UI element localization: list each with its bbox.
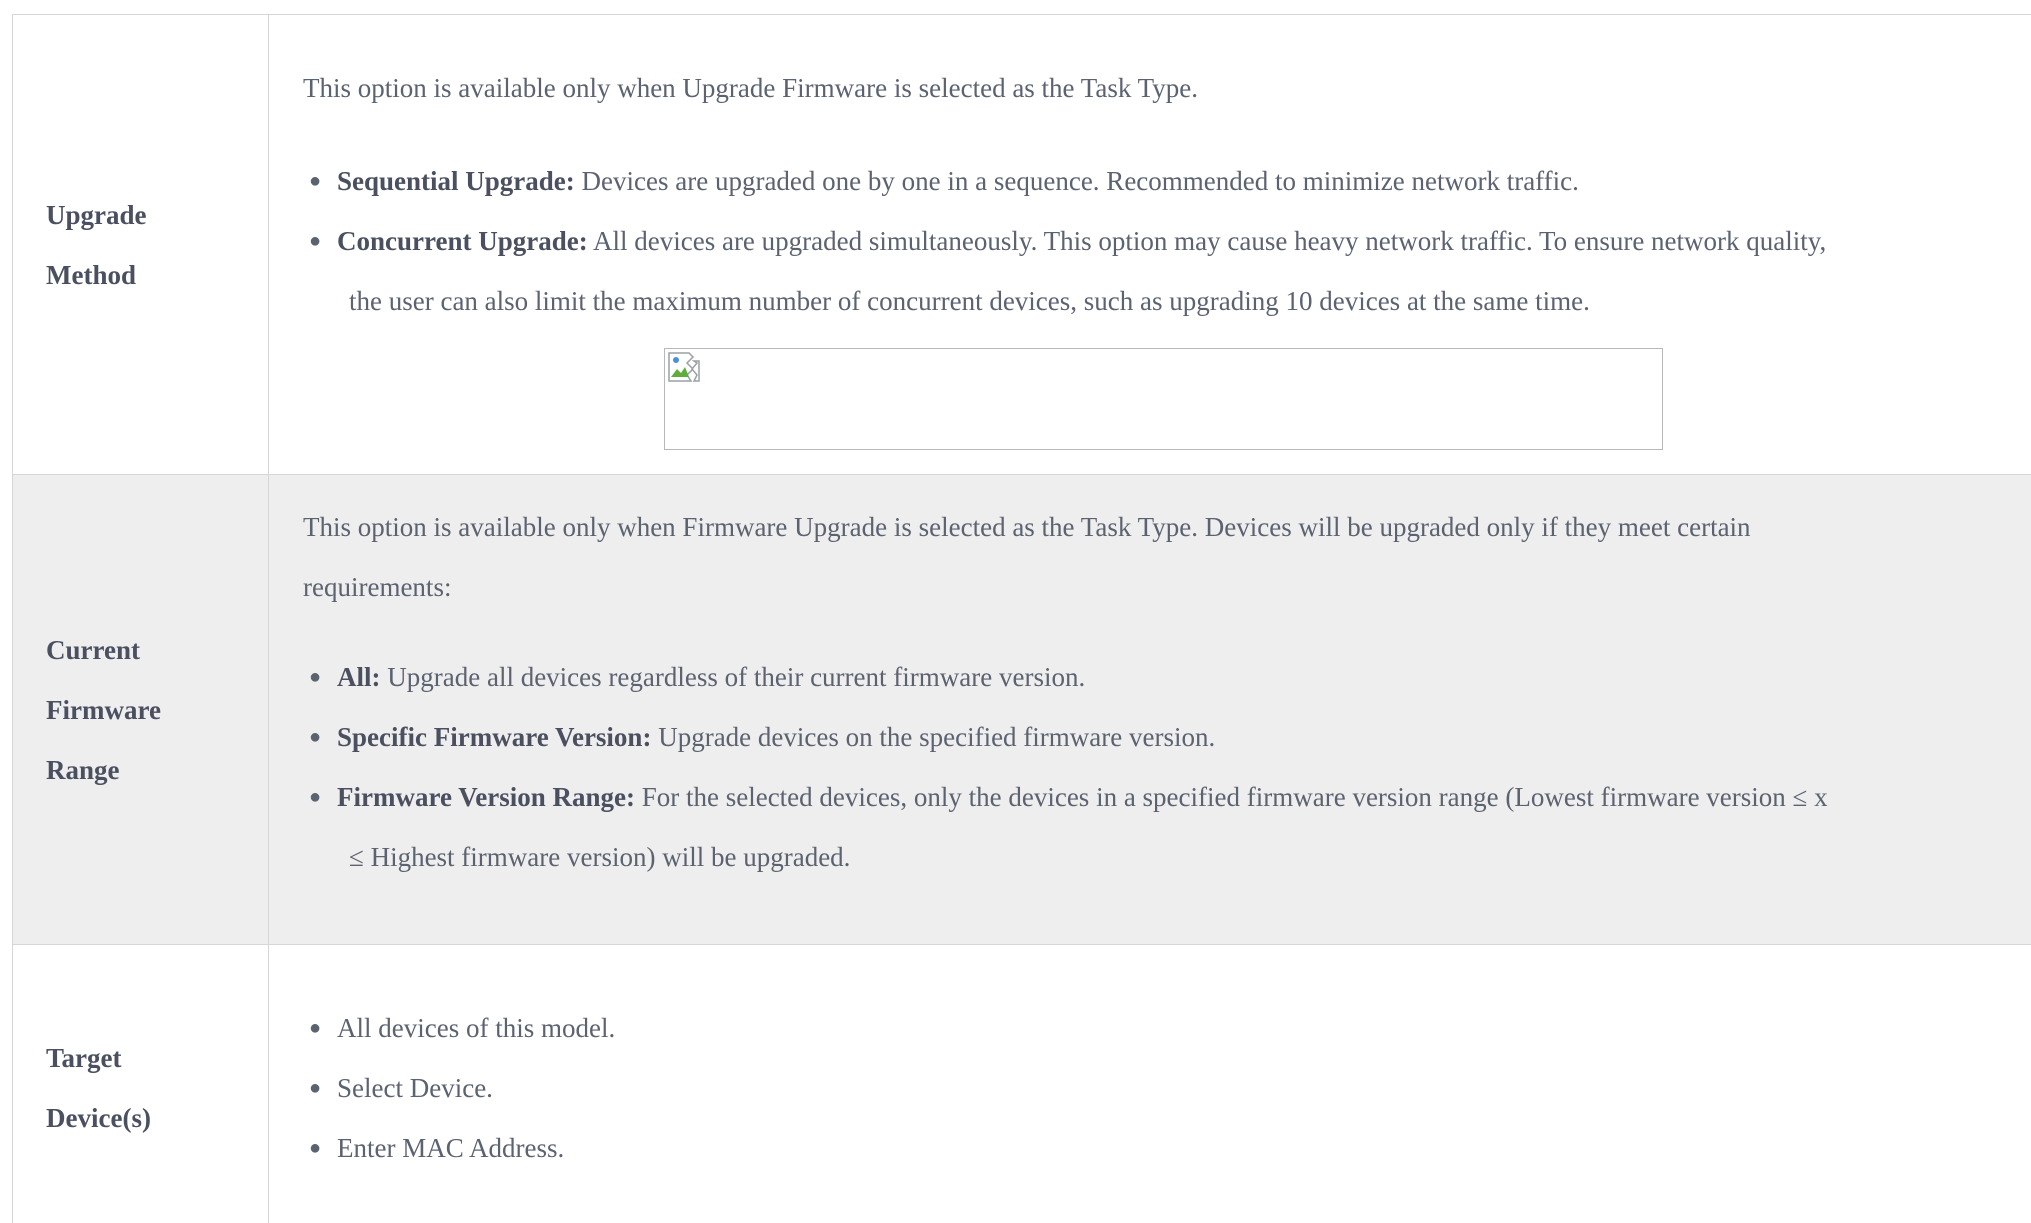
bullet-icon: ● bbox=[309, 1077, 322, 1099]
list-item: ● Concurrent Upgrade: All devices are up… bbox=[303, 211, 2031, 331]
option-list: ● Sequential Upgrade: Devices are upgrad… bbox=[303, 151, 2031, 331]
bullet-icon: ● bbox=[309, 786, 322, 808]
bullet-icon: ● bbox=[309, 1017, 322, 1039]
label-cell: Upgrade Method bbox=[13, 15, 269, 474]
option-text: Select Device. bbox=[337, 1073, 493, 1103]
option-text: Upgrade devices on the specified firmwar… bbox=[651, 722, 1216, 752]
intro-paragraph: This option is available only when Firmw… bbox=[303, 512, 1751, 602]
option-text: All devices are upgraded simultaneously.… bbox=[587, 226, 1827, 256]
list-item: ● Sequential Upgrade: Devices are upgrad… bbox=[303, 151, 2031, 211]
option-term: Concurrent Upgrade: bbox=[337, 226, 588, 256]
intro-paragraph: This option is available only when Upgra… bbox=[303, 73, 1199, 103]
option-term: All: bbox=[337, 662, 381, 692]
table-row-upgrade-method: Upgrade Method This option is available … bbox=[13, 15, 2031, 475]
table-row-target-devices: Target Device(s) ● All devices of this m… bbox=[13, 945, 2031, 1223]
bullet-icon: ● bbox=[309, 230, 322, 252]
option-list: ● All devices of this model. ● Select De… bbox=[303, 998, 2031, 1178]
option-text: Upgrade all devices regardless of their … bbox=[380, 662, 1086, 692]
option-term: Sequential Upgrade: bbox=[337, 166, 575, 196]
bullet-icon: ● bbox=[309, 666, 322, 688]
option-text: Enter MAC Address. bbox=[337, 1133, 565, 1163]
broken-image-icon bbox=[668, 352, 700, 382]
list-item: ● All: Upgrade all devices regardless of… bbox=[303, 647, 2031, 707]
label-cell: Target Device(s) bbox=[13, 945, 269, 1223]
row-label: Current Firmware Range bbox=[46, 634, 161, 785]
list-item: ● Firmware Version Range: For the select… bbox=[303, 767, 2031, 887]
option-list: ● All: Upgrade all devices regardless of… bbox=[303, 647, 2031, 887]
row-label: Target Device(s) bbox=[46, 1043, 151, 1133]
option-text: For the selected devices, only the devic… bbox=[634, 782, 1828, 812]
list-item: ● Select Device. bbox=[303, 1058, 2031, 1118]
option-text-continued: ≤ Highest firmware version) will be upgr… bbox=[349, 842, 851, 872]
bullet-icon: ● bbox=[309, 170, 322, 192]
parameter-table: Upgrade Method This option is available … bbox=[12, 14, 2031, 1223]
description-cell: This option is available only when Firmw… bbox=[269, 475, 2031, 944]
description-cell: This option is available only when Upgra… bbox=[269, 15, 2031, 474]
label-cell: Current Firmware Range bbox=[13, 475, 269, 944]
row-label: Upgrade Method bbox=[46, 199, 147, 290]
option-term: Firmware Version Range: bbox=[337, 782, 635, 812]
list-item: ● Specific Firmware Version: Upgrade dev… bbox=[303, 707, 2031, 767]
option-text-continued: the user can also limit the maximum numb… bbox=[349, 286, 1590, 316]
option-term: Specific Firmware Version: bbox=[337, 722, 652, 752]
option-text: All devices of this model. bbox=[337, 1013, 616, 1043]
list-item: ● All devices of this model. bbox=[303, 998, 2031, 1058]
description-cell: ● All devices of this model. ● Select De… bbox=[269, 945, 2031, 1223]
option-text: Devices are upgraded one by one in a seq… bbox=[574, 166, 1579, 196]
list-item: ● Enter MAC Address. bbox=[303, 1118, 2031, 1178]
bullet-icon: ● bbox=[309, 726, 322, 748]
bullet-icon: ● bbox=[309, 1137, 322, 1159]
table-row-current-firmware-range: Current Firmware Range This option is av… bbox=[13, 475, 2031, 945]
embedded-image bbox=[664, 348, 1663, 450]
